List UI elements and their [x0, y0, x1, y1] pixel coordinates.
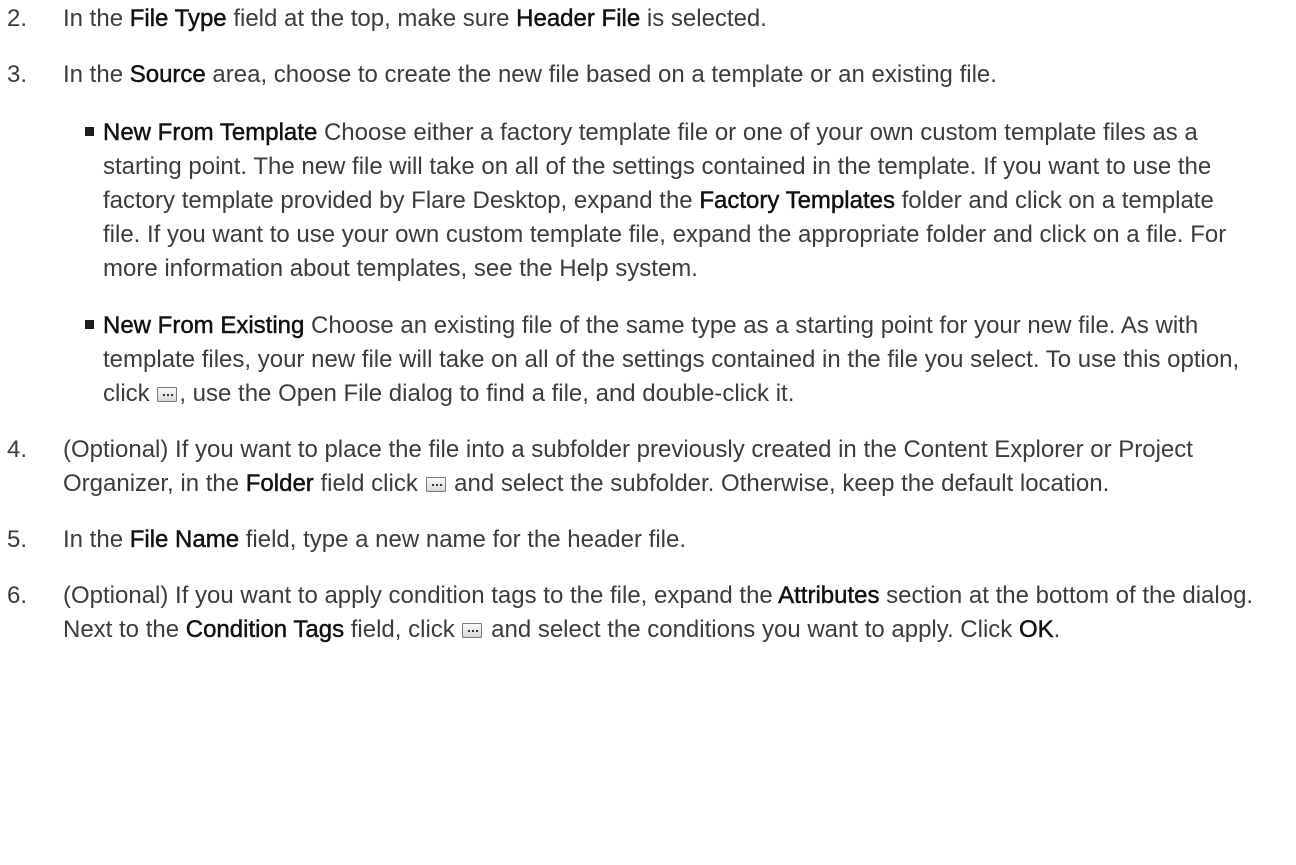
ui-term-file-type: File Type	[129, 5, 227, 32]
step-3: 3. In the Source area, choose to create …	[0, 58, 1256, 411]
square-bullet-icon	[85, 320, 94, 329]
step-text: In the	[63, 526, 130, 553]
step-text: (Optional) If you want to apply conditio…	[63, 582, 779, 609]
ellipsis-browse-button-icon	[425, 477, 446, 492]
step-text: and select the subfolder. Otherwise, kee…	[447, 470, 1110, 497]
step-text: field at the top, make sure	[226, 5, 517, 32]
step-text: field, click	[344, 616, 462, 643]
ellipsis-browse-button-icon	[157, 387, 178, 402]
ui-term-ok: OK	[1018, 616, 1054, 643]
step-number: 2.	[7, 5, 28, 32]
source-options-list: New From Template Choose either a factor…	[63, 116, 1256, 411]
step-number: 6.	[7, 582, 28, 609]
step-6: 6. (Optional) If you want to apply condi…	[0, 579, 1256, 647]
ellipsis-browse-button-icon	[462, 623, 483, 638]
step-text: area, choose to create the new file base…	[205, 61, 997, 88]
option-new-from-existing: New From Existing	[103, 312, 305, 339]
step-text: field click	[313, 470, 425, 497]
step-text: In the	[63, 5, 130, 32]
list-item-new-from-existing: New From Existing Choose an existing fil…	[63, 309, 1256, 411]
step-2: 2. In the File Type field at the top, ma…	[0, 2, 1256, 36]
step-number: 4.	[7, 436, 28, 463]
step-text: In the	[63, 61, 130, 88]
step-5: 5. In the File Name field, type a new na…	[0, 523, 1256, 557]
step-text: and select the conditions you want to ap…	[484, 616, 1019, 643]
list-item-new-from-template: New From Template Choose either a factor…	[63, 116, 1256, 286]
step-text: .	[1053, 616, 1061, 643]
ui-term-source: Source	[129, 61, 206, 88]
step-number: 3.	[7, 61, 28, 88]
ui-term-file-name: File Name	[129, 526, 240, 553]
step-text: field, type a new name for the header fi…	[239, 526, 687, 553]
step-text: is selected.	[640, 5, 767, 32]
ui-term-folder: Folder	[245, 470, 314, 497]
square-bullet-icon	[85, 127, 94, 136]
document-body: 2. In the File Type field at the top, ma…	[0, 0, 1296, 647]
ui-term-factory-templates: Factory Templates	[699, 187, 895, 214]
step-4: 4. (Optional) If you want to place the f…	[0, 433, 1256, 501]
option-new-from-template: New From Template	[103, 119, 318, 146]
option-text: , use the Open File dialog to find a fil…	[179, 380, 795, 407]
ui-term-attributes: Attributes	[778, 582, 880, 609]
ui-term-header-file: Header File	[516, 5, 641, 32]
ui-term-condition-tags: Condition Tags	[185, 616, 345, 643]
step-number: 5.	[7, 526, 28, 553]
